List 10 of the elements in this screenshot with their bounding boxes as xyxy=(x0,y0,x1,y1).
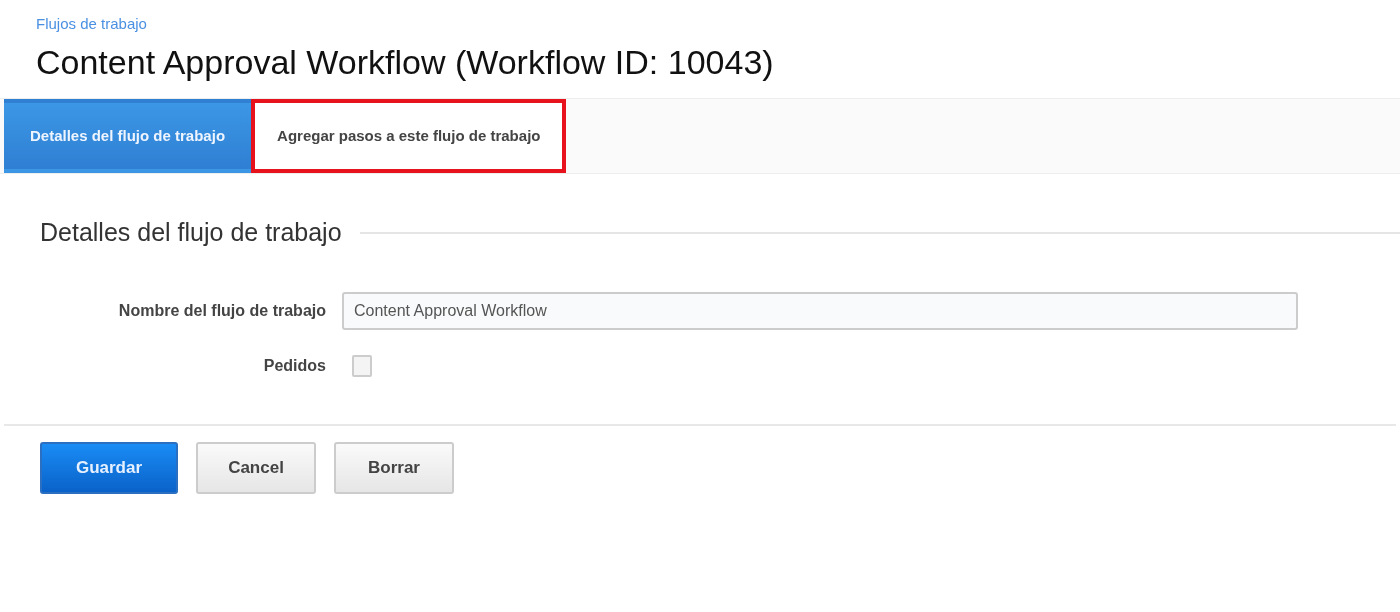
page-title: Content Approval Workflow (Workflow ID: 10043) xyxy=(36,42,774,83)
action-button[interactable]: Borrar xyxy=(334,441,454,494)
action-button[interactable]: Guardar xyxy=(40,441,178,494)
checkbox[interactable] xyxy=(352,354,372,377)
input-field[interactable]: Content Approval Workflow xyxy=(342,291,1298,330)
field-label: Nombre del flujo de trabajo xyxy=(118,300,326,321)
action-button[interactable]: Cancel xyxy=(196,441,316,494)
section-heading: Detalles del flujo de trabajo xyxy=(40,217,342,248)
field-label: Pedidos xyxy=(263,355,326,376)
tab[interactable]: Agregar pasos a este flujo de trabajo xyxy=(251,99,567,173)
